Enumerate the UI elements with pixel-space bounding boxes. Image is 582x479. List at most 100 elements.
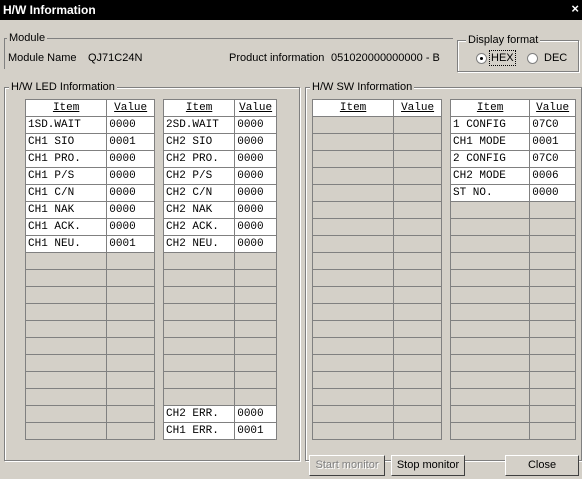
item-cell: ST NO. xyxy=(449,184,531,202)
table-row-empty xyxy=(24,371,155,389)
empty-cell xyxy=(162,320,236,338)
table-row: CH1 MODE 0001 xyxy=(449,133,576,151)
empty-cell xyxy=(311,150,395,168)
dec-radio[interactable] xyxy=(527,53,538,64)
table-row-empty xyxy=(311,252,442,270)
hex-radio[interactable] xyxy=(476,53,487,64)
table-row-empty xyxy=(311,405,442,423)
table-row: CH2 MODE 0006 xyxy=(449,167,576,185)
item-cell: CH1 P/S xyxy=(24,167,108,185)
empty-cell xyxy=(449,269,531,287)
item-cell: CH1 ERR. xyxy=(162,422,236,440)
table-row-empty xyxy=(449,320,576,338)
empty-cell xyxy=(449,286,531,304)
table-row-empty xyxy=(162,337,277,355)
display-format-label: Display format xyxy=(466,34,541,46)
table-row-empty xyxy=(24,337,155,355)
item-cell: CH2 ERR. xyxy=(162,405,236,423)
led-table-2: Item Value 2SD.WAIT 0000 CH2 SIO 0000 CH2 PR… xyxy=(162,99,277,440)
hex-radio-label[interactable]: HEX xyxy=(489,50,516,66)
table-row-empty xyxy=(311,133,442,151)
empty-cell xyxy=(393,167,442,185)
window-title: H/W Information xyxy=(3,3,96,17)
empty-cell xyxy=(311,167,395,185)
empty-cell xyxy=(234,371,277,389)
empty-cell xyxy=(162,303,236,321)
table-row: CH1 NAK 0000 xyxy=(24,201,155,219)
value-cell: 0000 xyxy=(234,116,277,134)
value-cell: 0000 xyxy=(106,167,155,185)
sw-table-1: Item Value xyxy=(311,99,442,440)
table-row-empty xyxy=(162,354,277,372)
empty-cell xyxy=(311,252,395,270)
item-cell: CH2 MODE xyxy=(449,167,531,185)
close-button[interactable]: Close xyxy=(505,455,579,476)
table-row: CH2 NAK 0000 xyxy=(162,201,277,219)
table-row-empty xyxy=(449,422,576,440)
column-header-item: Item xyxy=(449,99,531,117)
item-cell: CH1 ACK. xyxy=(24,218,108,236)
empty-cell xyxy=(106,286,155,304)
value-cell: 0000 xyxy=(234,201,277,219)
empty-cell xyxy=(393,371,442,389)
empty-cell xyxy=(393,235,442,253)
empty-cell xyxy=(393,303,442,321)
stop-monitor-button[interactable]: Stop monitor xyxy=(391,455,465,476)
item-cell: CH2 SIO xyxy=(162,133,236,151)
table-row-empty xyxy=(449,405,576,423)
value-cell: 0006 xyxy=(529,167,576,185)
empty-cell xyxy=(393,150,442,168)
empty-cell xyxy=(162,388,236,406)
empty-cell xyxy=(449,303,531,321)
column-header-value: Value xyxy=(529,99,576,117)
table-row-empty xyxy=(162,371,277,389)
table-row: CH1 PRO. 0000 xyxy=(24,150,155,168)
empty-cell xyxy=(529,337,576,355)
table-row-empty xyxy=(449,303,576,321)
module-group-label: Module xyxy=(7,32,48,44)
empty-cell xyxy=(529,269,576,287)
start-monitor-button[interactable]: Start monitor xyxy=(309,455,385,476)
table-row: CH1 NEU. 0001 xyxy=(24,235,155,253)
empty-cell xyxy=(449,337,531,355)
value-cell: 0000 xyxy=(234,184,277,202)
value-cell: 0000 xyxy=(106,218,155,236)
table-row-empty xyxy=(24,269,155,287)
table-row-empty xyxy=(24,405,155,423)
item-cell: CH2 NEU. xyxy=(162,235,236,253)
empty-cell xyxy=(311,133,395,151)
empty-cell xyxy=(162,371,236,389)
empty-cell xyxy=(311,405,395,423)
empty-cell xyxy=(24,252,108,270)
title-bar: H/W Information × xyxy=(0,0,582,20)
close-icon[interactable]: × xyxy=(571,1,579,16)
table-row-empty xyxy=(311,286,442,304)
value-cell: 0000 xyxy=(529,184,576,202)
table-row-empty xyxy=(311,201,442,219)
item-cell: CH1 NEU. xyxy=(24,235,108,253)
table-row-empty xyxy=(162,320,277,338)
value-cell: 0000 xyxy=(106,201,155,219)
column-header-item: Item xyxy=(162,99,236,117)
led-group-label: H/W LED Information xyxy=(9,81,117,93)
value-cell: 0000 xyxy=(234,133,277,151)
value-cell: 0000 xyxy=(106,116,155,134)
item-cell: CH2 NAK xyxy=(162,201,236,219)
table-row-empty xyxy=(24,388,155,406)
empty-cell xyxy=(449,218,531,236)
table-row-empty xyxy=(311,371,442,389)
item-cell: CH1 NAK xyxy=(24,201,108,219)
dec-radio-label[interactable]: DEC xyxy=(544,52,567,64)
value-cell: 0000 xyxy=(106,184,155,202)
item-cell: 1 CONFIG xyxy=(449,116,531,134)
table-row-empty xyxy=(449,354,576,372)
empty-cell xyxy=(529,320,576,338)
empty-cell xyxy=(529,286,576,304)
item-cell: CH2 C/N xyxy=(162,184,236,202)
empty-cell xyxy=(449,422,531,440)
empty-cell xyxy=(529,422,576,440)
table-row-empty xyxy=(311,269,442,287)
table-row-empty xyxy=(311,337,442,355)
value-cell: 0001 xyxy=(529,133,576,151)
empty-cell xyxy=(24,388,108,406)
